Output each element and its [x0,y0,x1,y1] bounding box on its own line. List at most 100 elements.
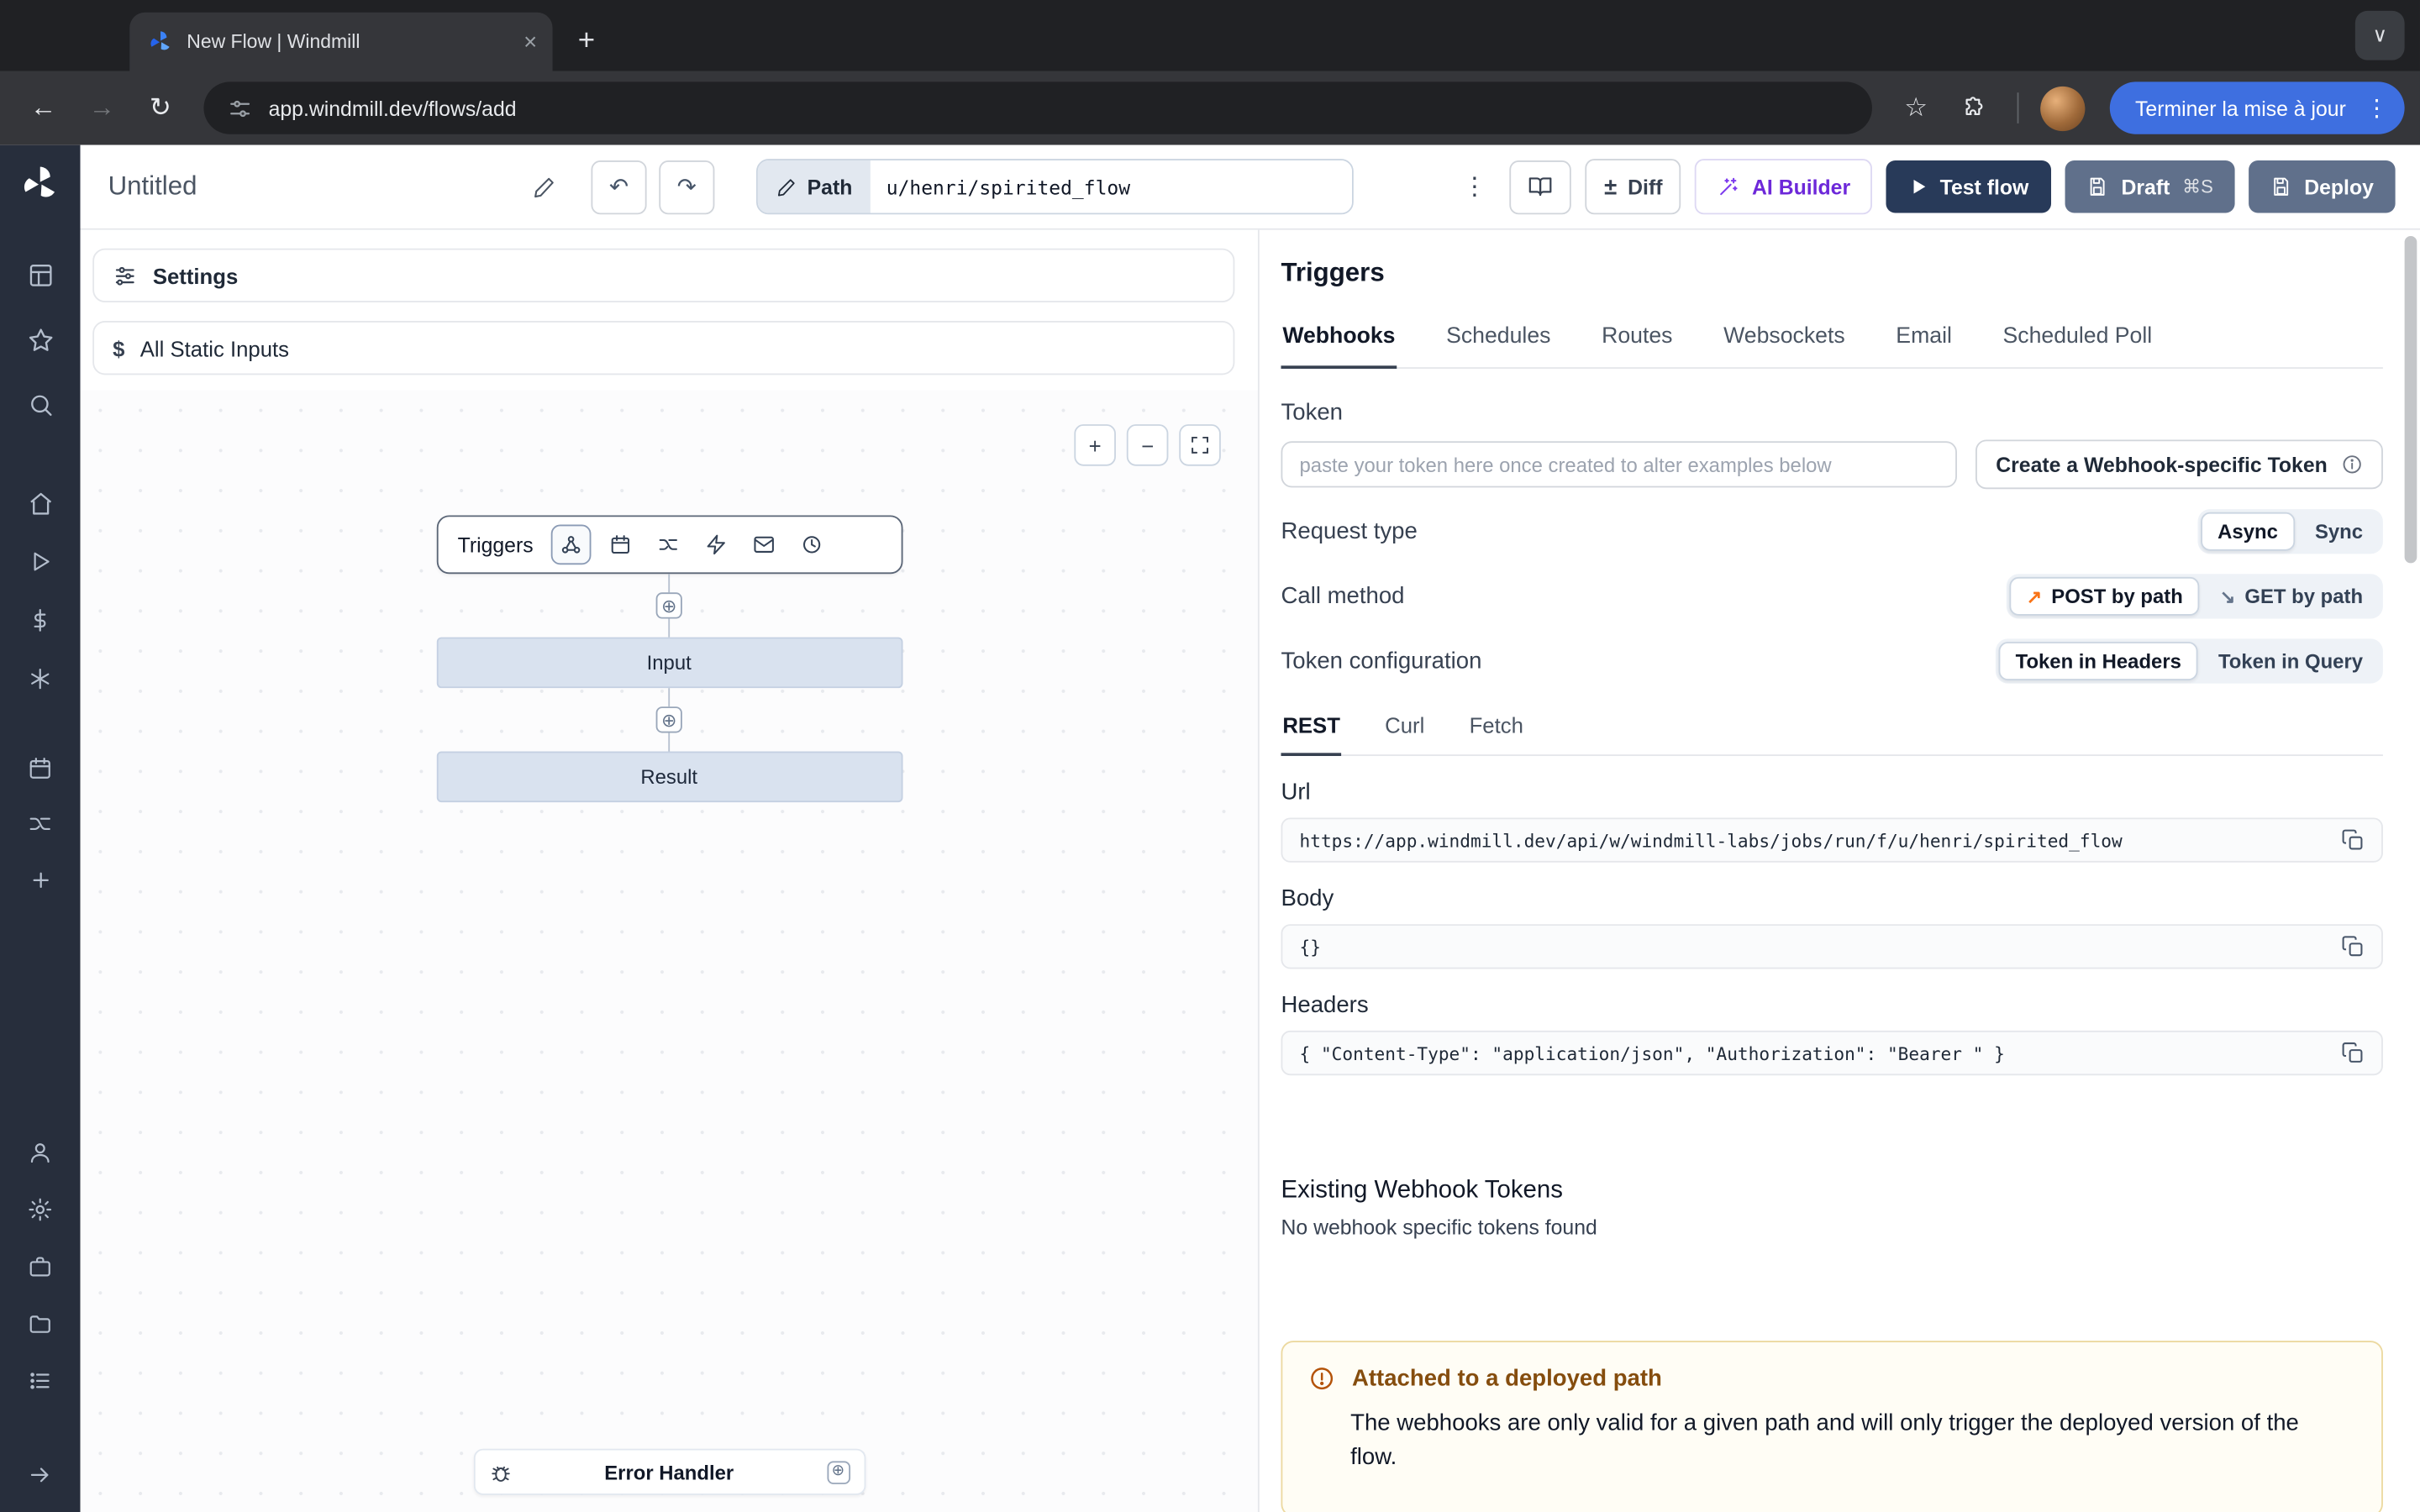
tab-rest[interactable]: REST [1281,713,1341,756]
tab-websockets[interactable]: Websockets [1722,324,1846,369]
flow-graph-area[interactable]: + − Triggers [81,391,1258,1512]
sidebar-item-more[interactable] [14,858,66,900]
deployed-path-warning: Attached to a deployed path The webhooks… [1281,1341,2382,1512]
sidebar-item-variables[interactable] [14,599,66,642]
sidebar-item-favorites[interactable] [14,318,66,360]
sidebar-item-folders[interactable] [14,1302,66,1345]
sidebar-item-search[interactable] [14,383,66,426]
tab-curl[interactable]: Curl [1383,713,1426,756]
tab-email[interactable]: Email [1894,324,1953,369]
webhook-trigger-icon[interactable] [550,524,591,564]
option-sync[interactable]: Sync [2298,512,2380,551]
diff-button[interactable]: ± Diff [1586,159,1681,214]
websocket-trigger-icon[interactable] [697,526,734,563]
error-handler-node[interactable]: Error Handler ⊕ [473,1449,865,1495]
flow-more-menu[interactable]: ⋮ [1453,162,1496,212]
book-icon [1528,175,1553,199]
sidebar-item-workers[interactable] [14,1245,66,1288]
tab-fetch[interactable]: Fetch [1468,713,1525,756]
windmill-app: Untitled ↶ ↷ Path ⋮ [0,145,2420,1512]
sidebar-item-workspace[interactable] [14,253,66,296]
fit-view-button[interactable] [1179,424,1221,466]
bug-icon [488,1460,512,1483]
error-handler-add-button[interactable]: ⊕ [827,1460,850,1483]
chrome-update-button[interactable]: Terminer la mise à jour ⋮ [2111,81,2405,134]
create-token-button[interactable]: Create a Webhook-specific Token [1975,439,2383,489]
address-bar[interactable]: app.windmill.dev/flows/add [203,81,1872,134]
sidebar-item-settings[interactable] [14,1188,66,1231]
zoom-out-button[interactable]: − [1127,424,1169,466]
input-node[interactable]: Input [436,638,902,689]
test-flow-button[interactable]: Test flow [1886,160,2051,213]
panel-scrollbar[interactable] [2402,230,2420,1512]
docs-button[interactable] [1510,160,1571,213]
extensions-icon[interactable] [1947,81,2002,134]
deploy-button[interactable]: Deploy [2249,160,2396,213]
sidebar-item-users[interactable] [14,1131,66,1173]
static-inputs-bar[interactable]: $ All Static Inputs [92,321,1234,375]
option-token-in-headers[interactable]: Token in Headers [1998,642,2198,680]
option-async[interactable]: Async [2201,512,2295,551]
chrome-menu-icon[interactable]: ⋮ [2359,90,2396,127]
tab-schedules[interactable]: Schedules [1444,324,1552,369]
browser-tab[interactable]: New Flow | Windmill × [129,13,552,71]
url-value: https://app.windmill.dev/api/w/windmill-… [1300,829,2326,851]
request-type-label: Request type [1281,518,1417,544]
ai-builder-button[interactable]: AI Builder [1695,159,1872,214]
token-row: Create a Webhook-specific Token [1281,439,2382,489]
draft-button[interactable]: Draft ⌘S [2065,160,2234,213]
scheduled-poll-trigger-icon[interactable] [792,526,829,563]
flow-toolbar: Untitled ↶ ↷ Path ⋮ [81,145,2420,230]
sidebar-item-routes[interactable] [14,802,66,845]
forward-button[interactable]: → [74,81,129,134]
option-post-by-path[interactable]: ↗ POST by path [2010,577,2200,616]
flow-title: Untitled [108,171,197,202]
sidebar-item-groups[interactable] [14,1359,66,1402]
tab-scheduled-poll[interactable]: Scheduled Poll [2002,324,2154,369]
option-get-by-path[interactable]: ↘ GET by path [2203,577,2381,616]
tab-close-icon[interactable]: × [523,30,537,54]
back-button[interactable]: ← [15,81,71,134]
edit-title-pencil-icon[interactable] [533,175,556,198]
redo-button[interactable]: ↷ [659,160,714,213]
new-tab-button[interactable]: + [565,20,608,63]
scrollbar-thumb[interactable] [2405,236,2417,563]
result-node[interactable]: Result [436,751,902,802]
sidebar-item-home[interactable] [14,481,66,524]
add-step-button[interactable]: ⊕ [656,592,682,618]
dollar-icon [28,608,52,633]
post-arrow-icon: ↗ [2027,585,2042,607]
path-label[interactable]: Path [758,160,871,213]
tab-search-button[interactable]: ∨ [2355,11,2405,60]
sidebar-item-runs[interactable] [14,540,66,583]
reload-button[interactable]: ↻ [133,81,188,134]
tab-webhooks[interactable]: Webhooks [1281,324,1397,369]
sidebar-item-schedules[interactable] [14,747,66,790]
option-token-in-query[interactable]: Token in Query [2202,642,2380,680]
snippet-tabs: REST Curl Fetch [1281,713,2382,756]
route-trigger-icon[interactable] [649,526,686,563]
copy-icon[interactable] [2341,935,2365,958]
bookmark-star-icon[interactable]: ☆ [1888,81,1944,134]
settings-bar[interactable]: Settings [92,249,1234,302]
deploy-save-icon [2270,176,2292,197]
sidebar-collapse-button[interactable] [14,1453,66,1496]
copy-icon[interactable] [2341,828,2365,852]
sidebar-item-resources[interactable] [14,657,66,700]
site-info-icon[interactable] [229,97,252,120]
undo-button[interactable]: ↶ [591,160,646,213]
email-trigger-icon[interactable] [744,526,781,563]
body-label: Body [1281,885,2382,911]
token-input[interactable] [1281,441,1957,487]
add-step-button[interactable]: ⊕ [656,706,682,732]
copy-icon[interactable] [2341,1042,2365,1065]
profile-avatar[interactable] [2041,86,2086,130]
schedule-trigger-icon[interactable] [601,526,638,563]
connector-line [668,574,670,592]
zoom-in-button[interactable]: + [1074,424,1116,466]
body-box: {} [1281,924,2382,969]
tab-routes[interactable]: Routes [1600,324,1674,369]
path-input[interactable] [871,160,1352,213]
windmill-logo[interactable] [20,164,60,204]
triggers-node[interactable]: Triggers [436,515,902,574]
